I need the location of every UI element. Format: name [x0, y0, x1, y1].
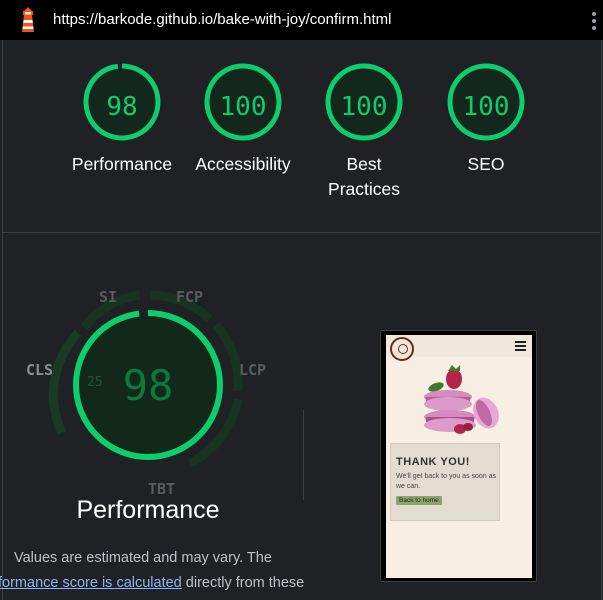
score-value: 100: [340, 92, 388, 122]
hamburger-icon: [515, 341, 526, 351]
final-screenshot[interactable]: THANK YOU! We'll get back to you as soon…: [380, 330, 537, 582]
logo-icon: [390, 337, 414, 361]
back-home-button: Back to home: [396, 496, 442, 505]
metric-si: SI: [99, 288, 118, 306]
metric-fcp: FCP: [176, 288, 204, 306]
score-label: Best Practices: [328, 154, 400, 199]
score-label: Performance: [71, 154, 173, 174]
score-label: Accessibility: [195, 154, 291, 174]
kebab-menu-icon[interactable]: [591, 12, 597, 30]
thanks-text: We'll get back to you as soon as we can.: [396, 473, 497, 490]
vertical-separator: [303, 410, 304, 500]
gauge-seo[interactable]: 100 SEO: [426, 62, 546, 177]
metric-cls: CLS: [26, 361, 54, 379]
screenshot-page: THANK YOU! We'll get back to you as soon…: [386, 335, 532, 578]
thanks-card: THANK YOU! We'll get back to you as soon…: [390, 443, 500, 521]
gauge-accessibility[interactable]: 100 Accessibility: [183, 62, 303, 177]
gauge-best-practices[interactable]: 100 Best Practices: [304, 62, 424, 202]
score-label: SEO: [467, 154, 505, 174]
gauge-performance[interactable]: 98 Performance: [62, 62, 182, 177]
metric-lcp: LCP: [239, 361, 267, 379]
performance-note: Values are estimated and may vary. The f…: [0, 546, 330, 596]
performance-score: 98: [122, 361, 174, 410]
performance-title: Performance: [76, 496, 220, 524]
url-bar: https://barkode.github.io/bake-with-joy/…: [0, 0, 603, 40]
score-value: 100: [462, 92, 510, 122]
note-line-1: Values are estimated and may vary. The: [14, 550, 272, 566]
note-line-2: formance score is calculated directly fr…: [0, 571, 330, 596]
thanks-heading: THANK YOU!: [396, 456, 470, 468]
score-calculator-link[interactable]: formance score is calculated: [0, 575, 182, 591]
page-url: https://barkode.github.io/bake-with-joy/…: [53, 11, 392, 28]
score-value: 98: [106, 92, 138, 122]
note-line-2-text: directly from these: [181, 575, 305, 591]
lighthouse-icon: [22, 7, 34, 32]
category-gauges: 98 Performance 100 Accessibility 100 Bes…: [0, 40, 603, 232]
score-value: 100: [219, 92, 267, 122]
macarons-image: [424, 365, 499, 434]
